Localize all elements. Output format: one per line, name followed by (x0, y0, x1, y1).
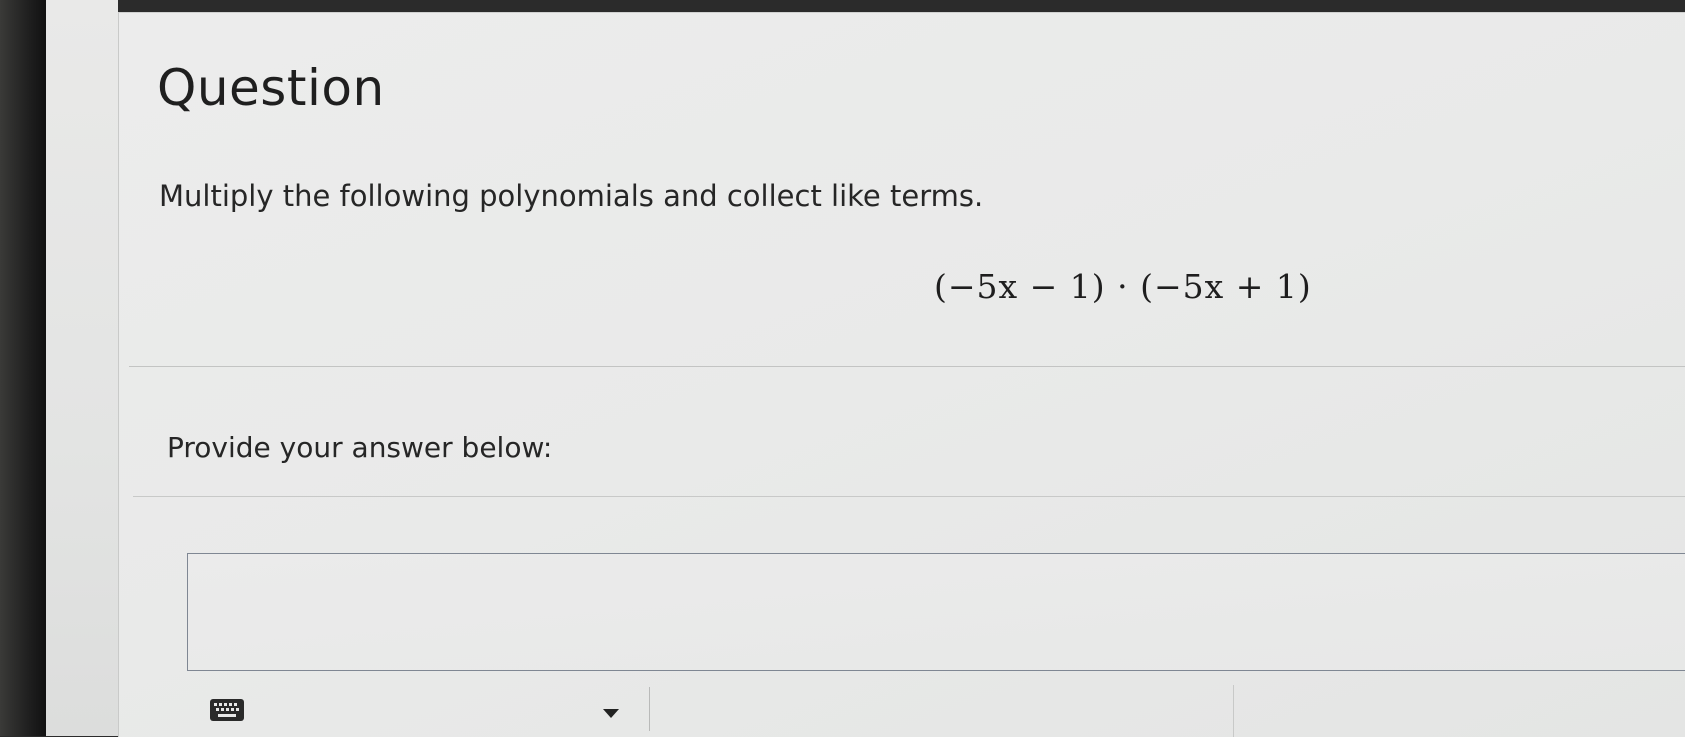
answer-toolbar (187, 677, 1685, 737)
polynomial-expression: (−5x − 1) · (−5x + 1) (934, 267, 1312, 306)
toolbar-divider (1233, 685, 1234, 737)
section-divider (129, 366, 1685, 367)
keyboard-icon[interactable] (209, 697, 245, 725)
section-divider (133, 496, 1685, 497)
answer-prompt-label: Provide your answer below: (167, 431, 553, 464)
question-card: Question Multiply the following polynomi… (118, 12, 1685, 737)
toolbar-divider (649, 687, 650, 731)
left-margin (46, 0, 118, 736)
question-heading: Question (157, 59, 385, 117)
caret-down-icon[interactable] (601, 705, 621, 721)
screen-bezel (0, 0, 46, 736)
question-instruction: Multiply the following polynomials and c… (159, 179, 984, 213)
answer-input[interactable] (187, 553, 1685, 671)
